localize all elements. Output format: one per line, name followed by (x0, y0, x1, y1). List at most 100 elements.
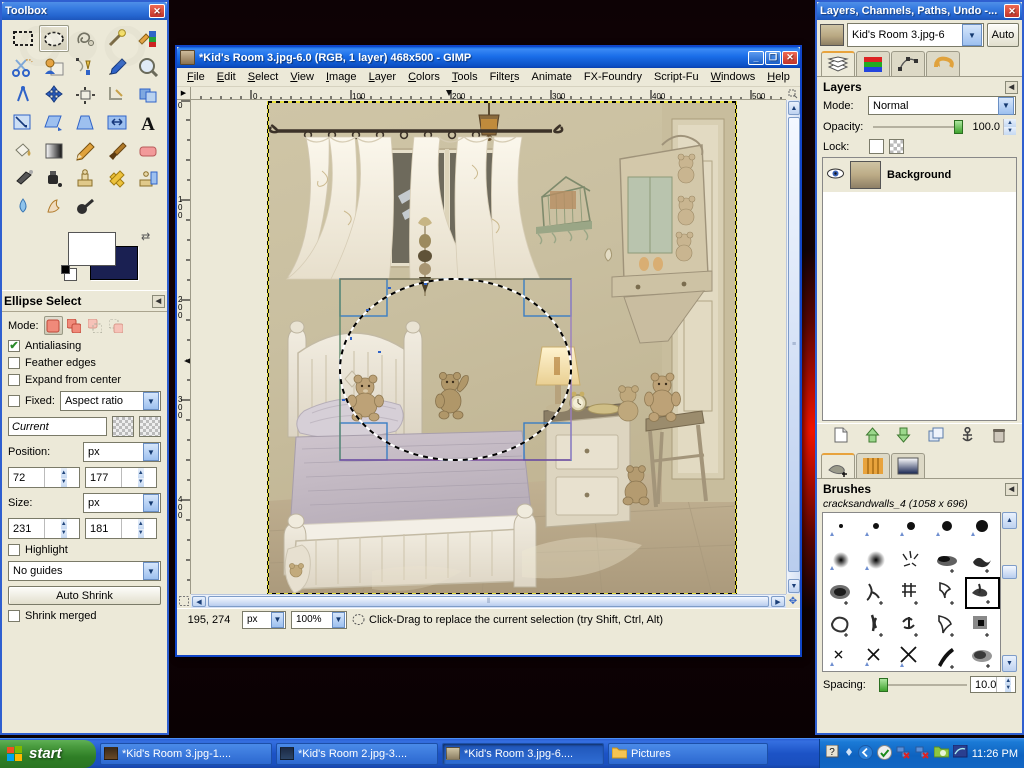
tab-paths[interactable] (891, 51, 925, 76)
clock[interactable]: 11:26 PM (972, 748, 1018, 760)
unit-menu-button[interactable]: ▶ (177, 87, 191, 100)
color-picker-tool[interactable] (102, 53, 132, 80)
zoom-tool[interactable] (133, 53, 163, 80)
dodge-burn-tool[interactable] (70, 193, 100, 220)
move-tool[interactable] (39, 81, 69, 108)
expand-from-center-checkbox[interactable] (8, 374, 20, 386)
horizontal-scroll-thumb[interactable]: ⦀ (208, 596, 769, 607)
ink-tool[interactable] (39, 165, 69, 192)
menu-select[interactable]: Select (242, 70, 285, 84)
start-button[interactable]: start (0, 739, 96, 768)
landscape-toggle-button[interactable] (139, 416, 161, 437)
chevron-down-icon[interactable]: ▼ (143, 443, 159, 461)
menu-animate[interactable]: Animate (526, 70, 578, 84)
menu-filters[interactable]: Filters (484, 70, 526, 84)
menu-windows[interactable]: Windows (705, 70, 762, 84)
opacity-slider[interactable] (873, 120, 963, 134)
opacity-slider-handle[interactable] (954, 120, 963, 134)
tab-layers[interactable] (821, 51, 855, 76)
image-canvas[interactable] (192, 101, 786, 594)
raise-layer-icon[interactable] (865, 427, 880, 446)
horizontal-ruler[interactable]: 0 100 200 300 400 500 (191, 87, 786, 100)
fixed-checkbox[interactable] (8, 395, 20, 407)
collapse-icon[interactable]: ◀ (1005, 80, 1018, 94)
list-item[interactable] (858, 641, 893, 671)
brush-grid-scrollbar[interactable]: ▲ ▼ (1001, 512, 1017, 672)
list-item[interactable] (858, 513, 893, 545)
list-item[interactable] (929, 577, 964, 609)
aspect-ratio-input[interactable]: Current (8, 417, 107, 436)
perspective-tool[interactable] (70, 109, 100, 136)
scale-tool[interactable] (8, 109, 38, 136)
bucket-fill-tool[interactable] (8, 137, 38, 164)
spacing-stepper[interactable]: 10.0 ▲ ▼ (970, 676, 1016, 693)
swap-colors-icon[interactable]: ⇄ (141, 230, 150, 243)
mode-intersect-button[interactable] (107, 316, 126, 335)
anchor-layer-icon[interactable] (960, 426, 975, 446)
mode-replace-button[interactable] (43, 316, 63, 335)
menu-fx-foundry[interactable]: FX-Foundry (578, 70, 648, 84)
fuzzy-select-tool[interactable] (102, 25, 132, 52)
help-tray-icon[interactable]: ? (825, 744, 840, 762)
list-item[interactable] (858, 609, 893, 641)
list-item[interactable] (823, 513, 858, 545)
taskbar-item-kids-room-3-6[interactable]: *Kid's Room 3.jpg-6.... (442, 742, 604, 765)
heal-tool[interactable] (102, 165, 132, 192)
menu-script-fu[interactable]: Script-Fu (648, 70, 705, 84)
toolbox-titlebar[interactable]: Toolbox ✕ (2, 2, 167, 20)
feather-edges-checkbox[interactable] (8, 357, 20, 369)
list-item[interactable] (929, 641, 964, 671)
list-item[interactable] (965, 609, 1000, 641)
tab-channels[interactable] (856, 51, 890, 76)
shrink-merged-row[interactable]: Shrink merged (8, 610, 161, 622)
menu-colors[interactable]: Colors (402, 70, 446, 84)
tray-back-icon[interactable] (857, 744, 873, 763)
list-item[interactable] (894, 641, 929, 671)
list-item[interactable] (965, 545, 1000, 577)
paintbrush-tool[interactable] (102, 137, 132, 164)
scroll-up-icon[interactable]: ▲ (788, 101, 800, 115)
foreground-select-tool[interactable] (39, 53, 69, 80)
image-window-titlebar[interactable]: *Kid's Room 3.jpg-6.0 (RGB, 1 layer) 468… (177, 47, 800, 68)
pencil-tool[interactable] (70, 137, 100, 164)
color-area[interactable]: ⇄ (6, 228, 163, 286)
antivirus-tray-icon[interactable] (876, 744, 892, 763)
taskbar-item-pictures[interactable]: Pictures (608, 742, 768, 765)
scroll-right-icon[interactable]: ▶ (771, 596, 785, 607)
tab-gradients[interactable] (891, 453, 925, 478)
show-hidden-icons-button[interactable] (844, 745, 854, 762)
delete-layer-icon[interactable] (992, 427, 1006, 446)
close-icon[interactable]: ✕ (1004, 4, 1020, 18)
scroll-down-icon[interactable]: ▼ (1002, 655, 1017, 672)
menu-edit[interactable]: Edit (211, 70, 242, 84)
size-width-stepper[interactable]: 231 ▲ ▼ (8, 518, 80, 539)
size-width-spinner[interactable]: ▲ ▼ (43, 519, 80, 538)
list-item[interactable] (964, 577, 1000, 609)
scissors-select-tool[interactable] (8, 53, 38, 80)
size-height-spinner[interactable]: ▲ ▼ (120, 519, 157, 538)
airbrush-tool[interactable] (8, 165, 38, 192)
mode-add-button[interactable] (65, 316, 84, 335)
paths-tool[interactable] (70, 53, 100, 80)
lower-layer-icon[interactable] (896, 427, 911, 446)
lock-alpha-checkbox[interactable] (889, 139, 904, 154)
highlight-checkbox[interactable] (8, 544, 20, 556)
list-item[interactable] (965, 641, 1000, 671)
chevron-down-icon[interactable]: ▼ (962, 24, 982, 46)
shear-tool[interactable] (39, 109, 69, 136)
list-item[interactable] (894, 577, 929, 609)
flip-tool[interactable] (102, 109, 132, 136)
zoom-image-button[interactable] (786, 87, 800, 100)
folder-sync-tray-icon[interactable] (933, 745, 950, 762)
vertical-ruler[interactable]: 0 100 200 300 400 (177, 100, 191, 594)
tab-patterns[interactable] (856, 453, 890, 478)
taskbar-item-kids-room-3-1[interactable]: *Kid's Room 3.jpg-1.... (100, 742, 272, 765)
eraser-tool[interactable] (133, 137, 163, 164)
navigation-preview-icon[interactable]: ✥ (786, 594, 800, 608)
chevron-down-icon[interactable]: ▼ (998, 96, 1014, 115)
image-selector-dropdown[interactable]: Kid's Room 3.jpg-6 ▼ (847, 23, 984, 47)
display-tray-icon[interactable] (952, 744, 968, 762)
position-y-stepper[interactable]: 177 ▲ ▼ (85, 467, 157, 488)
opacity-spinner[interactable]: ▲ ▼ (1003, 119, 1016, 135)
perspective-clone-tool[interactable] (133, 165, 163, 192)
